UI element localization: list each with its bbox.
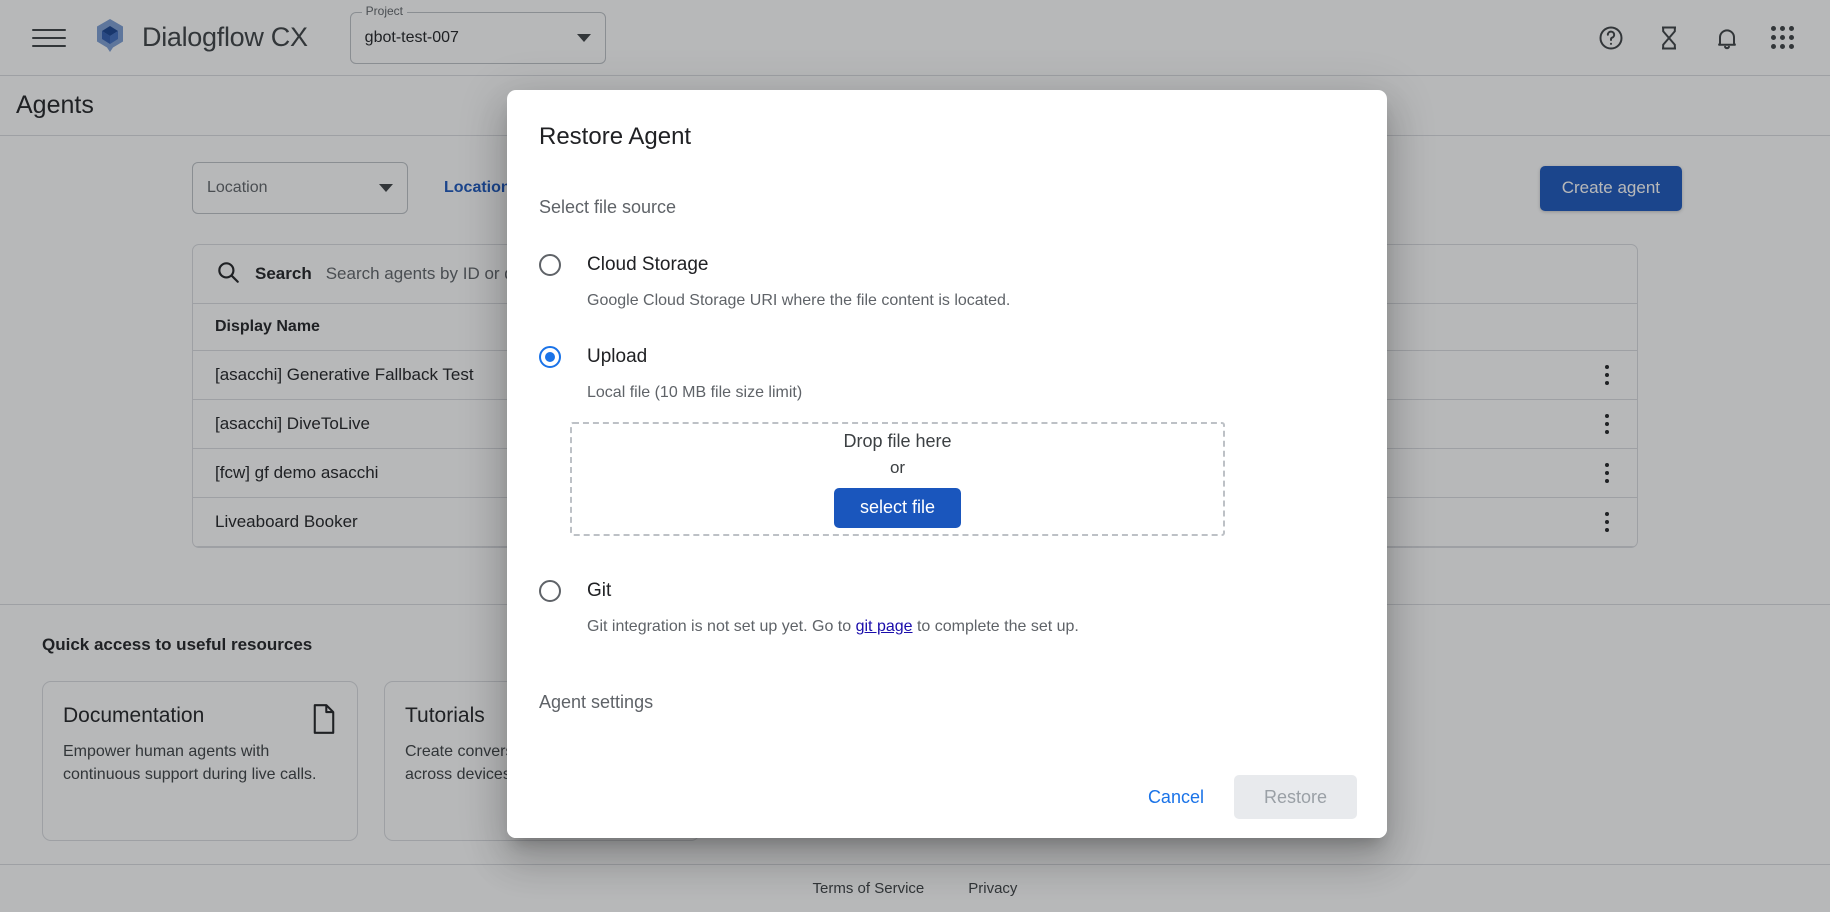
file-dropzone[interactable]: Drop file here or select file: [570, 422, 1225, 536]
select-file-button[interactable]: select file: [834, 488, 961, 528]
radio-help-upload: Local file (10 MB file size limit): [587, 384, 1355, 402]
dialog-body[interactable]: Select file source Cloud Storage Google …: [507, 151, 1387, 756]
dialog-title: Restore Agent: [507, 90, 1387, 151]
radio-help-git: Git integration is not set up yet. Go to…: [587, 618, 1355, 636]
radio-option-cloud-storage[interactable]: Cloud Storage: [539, 254, 1355, 276]
dialog-footer: Cancel Restore: [507, 756, 1387, 838]
radio-label-git: Git: [587, 580, 611, 602]
dropzone-or-text: or: [890, 458, 905, 478]
cancel-button[interactable]: Cancel: [1132, 777, 1220, 818]
radio-option-git[interactable]: Git: [539, 580, 1355, 602]
radio-button-git[interactable]: [539, 580, 561, 602]
agent-settings-label: Agent settings: [539, 692, 1355, 713]
radio-label-cloud-storage: Cloud Storage: [587, 254, 708, 276]
radio-button-upload[interactable]: [539, 346, 561, 368]
restore-button[interactable]: Restore: [1234, 775, 1357, 819]
restore-agent-dialog: Restore Agent Select file source Cloud S…: [507, 90, 1387, 838]
git-help-after: to complete the set up.: [913, 618, 1079, 635]
radio-button-cloud-storage[interactable]: [539, 254, 561, 276]
dialog-body-tail-space: [539, 713, 1355, 756]
git-page-link[interactable]: git page: [856, 618, 913, 635]
git-help-before: Git integration is not set up yet. Go to: [587, 618, 856, 635]
radio-option-upload[interactable]: Upload: [539, 346, 1355, 368]
radio-label-upload: Upload: [587, 346, 647, 368]
radio-help-cloud-storage: Google Cloud Storage URI where the file …: [587, 292, 1355, 310]
select-file-source-label: Select file source: [539, 197, 1355, 218]
dropzone-text: Drop file here: [843, 431, 951, 452]
